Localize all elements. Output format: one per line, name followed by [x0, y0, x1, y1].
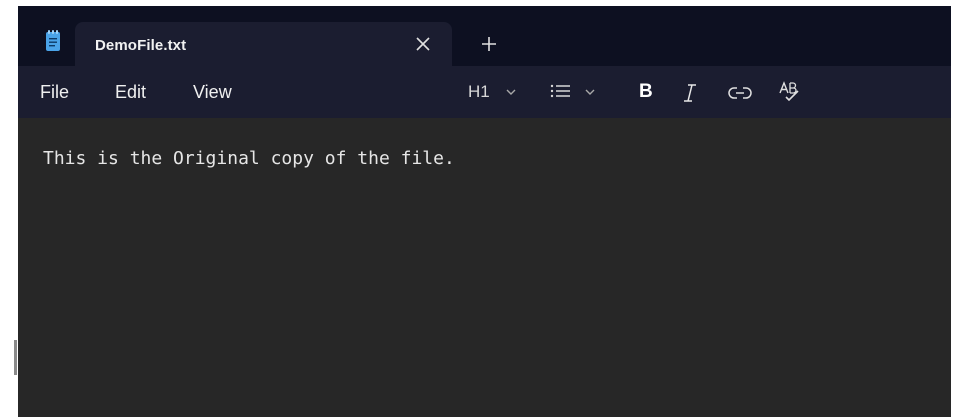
plus-icon[interactable] [478, 33, 500, 55]
tab-title: DemoFile.txt [95, 37, 187, 54]
editor-content[interactable]: This is the Original copy of the file. [43, 148, 455, 169]
menu-file[interactable]: File [40, 82, 69, 103]
notepad-window: DemoFile.txt File Edit View H1 B This is… [18, 6, 951, 417]
close-icon[interactable] [412, 33, 434, 55]
notepad-icon[interactable] [45, 30, 61, 52]
chevron-down-icon [506, 89, 516, 95]
italic-icon[interactable] [681, 83, 699, 103]
left-edge-mark [14, 340, 17, 375]
chevron-down-icon [585, 89, 595, 95]
heading-label: H1 [468, 82, 490, 101]
list-icon [550, 84, 570, 98]
menu-edit[interactable]: Edit [115, 82, 146, 103]
bold-button[interactable]: B [639, 81, 653, 103]
heading-dropdown[interactable]: H1 [463, 74, 525, 108]
menu-bar: File Edit View H1 B [18, 66, 951, 118]
link-icon[interactable] [728, 85, 752, 101]
spellcheck-icon[interactable] [778, 80, 802, 104]
list-dropdown[interactable] [548, 74, 604, 108]
title-bar: DemoFile.txt [18, 6, 951, 66]
text-editor[interactable]: This is the Original copy of the file. [18, 118, 951, 417]
menu-view[interactable]: View [193, 82, 232, 103]
tab-demofile[interactable]: DemoFile.txt [75, 22, 452, 66]
